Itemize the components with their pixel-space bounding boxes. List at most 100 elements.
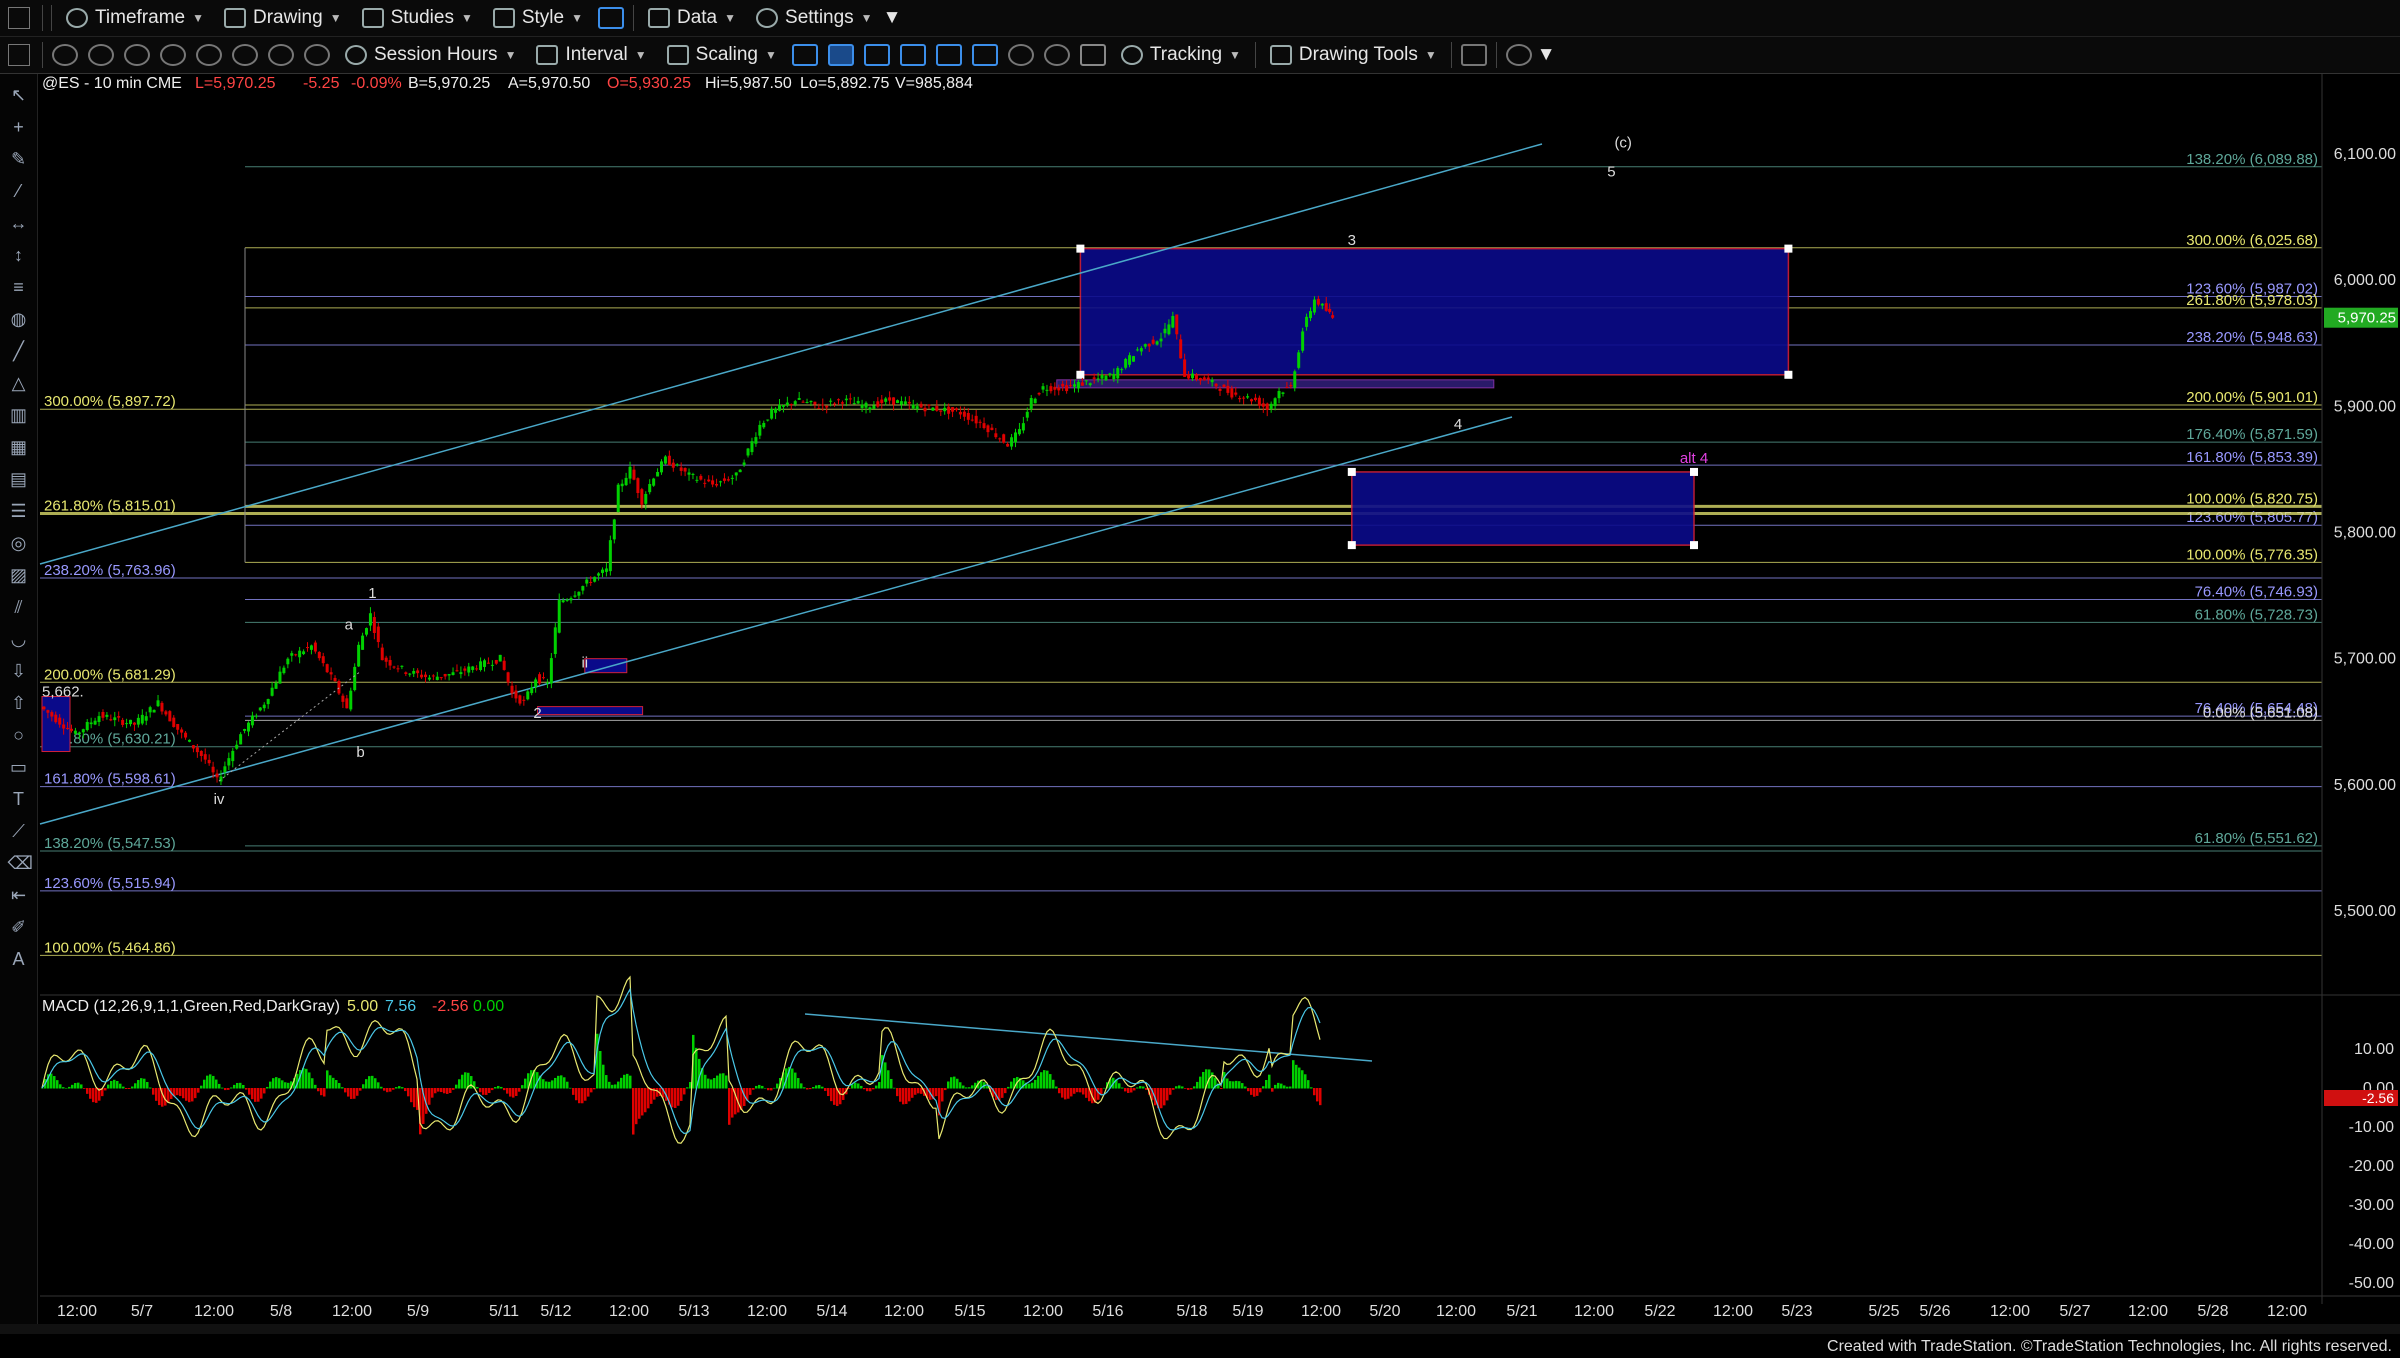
- line-style-icon[interactable]: [863, 44, 890, 66]
- settings-menu[interactable]: Settings ▼: [746, 3, 883, 33]
- macd-histogram-bar: [764, 1087, 767, 1089]
- channel-icon[interactable]: ⫽: [8, 596, 30, 618]
- macd-histogram-bar: [257, 1088, 260, 1102]
- scaling-menu[interactable]: Scaling ▼: [657, 40, 787, 70]
- candle-body: [990, 427, 994, 430]
- table-icon[interactable]: ▤: [8, 468, 30, 490]
- grid-icon[interactable]: ▦: [8, 436, 30, 458]
- line-icon[interactable]: ⟋: [8, 820, 30, 842]
- candle-body: [1021, 423, 1025, 431]
- session-hours-menu[interactable]: Session Hours ▼: [335, 40, 526, 70]
- change-label: -5.25: [303, 75, 340, 92]
- candle-body: [294, 654, 298, 656]
- macd-histogram-bar: [1250, 1088, 1253, 1095]
- horizontal-arrows-icon[interactable]: ↔: [8, 212, 30, 234]
- refresh-icon[interactable]: [52, 44, 78, 66]
- studies-icon: [361, 8, 384, 28]
- globe-icon[interactable]: ◍: [8, 308, 30, 330]
- macd-trend-line[interactable]: [804, 1013, 1373, 1062]
- macd-histogram-bar: [1295, 1064, 1298, 1089]
- chevron-down-icon[interactable]: ▼: [1537, 44, 1556, 66]
- link-windows-icon[interactable]: [597, 7, 624, 29]
- cycle-icon[interactable]: [124, 44, 150, 66]
- style-menu[interactable]: Style ▼: [483, 3, 593, 33]
- parallel-lines-icon[interactable]: ≡: [8, 276, 30, 298]
- grid-icon[interactable]: [1079, 44, 1106, 66]
- search-icon[interactable]: [160, 44, 186, 66]
- zoom-in-icon[interactable]: [1007, 44, 1034, 66]
- text-icon[interactable]: T: [8, 788, 30, 810]
- drawing-tools-menu[interactable]: Drawing Tools ▼: [1260, 40, 1447, 70]
- tracking-menu[interactable]: Tracking ▼: [1111, 40, 1251, 70]
- timeframe-menu[interactable]: Timeframe ▼: [56, 3, 214, 33]
- arc-icon[interactable]: ◡: [8, 628, 30, 650]
- align-icon[interactable]: [971, 44, 998, 66]
- channel-lower-line[interactable]: [39, 416, 1513, 825]
- candle-body: [644, 493, 648, 504]
- trendline-icon[interactable]: ╱: [8, 340, 30, 362]
- macd-histogram-bar: [1229, 1081, 1232, 1089]
- price-chart[interactable]: 138.20% (6,089.88) 300.00% (6,025.68) 123.…: [0, 74, 2400, 1324]
- lines-icon[interactable]: ☰: [8, 500, 30, 522]
- macd-histogram-bar: [326, 1070, 329, 1089]
- candle-body: [1096, 378, 1100, 380]
- candle-body: [848, 398, 852, 400]
- macd-histogram-bar: [344, 1088, 347, 1093]
- macd-histogram-bar: [92, 1088, 95, 1103]
- gann-icon[interactable]: ▨: [8, 564, 30, 586]
- analysis-icon[interactable]: [304, 44, 330, 66]
- vertical-arrows-icon[interactable]: ↕: [8, 244, 30, 266]
- sync-icon[interactable]: [232, 44, 258, 66]
- rectangle-icon[interactable]: ▭: [8, 756, 30, 778]
- macd-histogram-bar: [557, 1075, 560, 1089]
- brush-icon[interactable]: ⁄: [8, 180, 30, 202]
- drawing-menu[interactable]: Drawing ▼: [214, 3, 352, 33]
- eraser-icon[interactable]: ⌫: [8, 852, 33, 874]
- candle-body: [640, 489, 644, 505]
- macd-histogram-bar: [587, 1088, 590, 1097]
- network-icon[interactable]: [268, 44, 294, 66]
- arrow-down-icon[interactable]: ⇩: [8, 660, 30, 682]
- draw-icon[interactable]: ✐: [8, 916, 30, 938]
- candle-body: [1143, 344, 1147, 347]
- window-icon[interactable]: [8, 44, 30, 66]
- macd-histogram-bar: [773, 1087, 776, 1089]
- bar-style-icon[interactable]: [791, 44, 818, 66]
- triangle-icon[interactable]: △: [8, 372, 30, 394]
- chat-icon[interactable]: [1505, 44, 1532, 66]
- studies-menu[interactable]: Studies ▼: [352, 3, 483, 33]
- spiral-icon[interactable]: ◎: [8, 532, 30, 554]
- macd-histogram-bar: [437, 1088, 440, 1092]
- symbol-link-icon[interactable]: [196, 44, 222, 66]
- chevron-down-icon[interactable]: ▼: [883, 7, 902, 29]
- interval-menu[interactable]: Interval ▼: [526, 40, 656, 70]
- macd-histogram-bar: [50, 1073, 53, 1089]
- macd-histogram-bar: [620, 1077, 623, 1089]
- data-menu[interactable]: Data ▼: [638, 3, 746, 33]
- compress-icon[interactable]: [935, 44, 962, 66]
- cursor-icon[interactable]: ↖: [8, 84, 30, 106]
- candlestick-icon[interactable]: [827, 44, 854, 66]
- window-menu-icon[interactable]: [8, 7, 30, 29]
- export-icon[interactable]: [1460, 44, 1487, 66]
- macd-tick-label: 10.00: [2354, 1041, 2394, 1058]
- bars-icon[interactable]: ▥: [8, 404, 30, 426]
- candle-body: [384, 657, 388, 662]
- macd-histogram-bar: [143, 1078, 146, 1089]
- offset-icon[interactable]: ⇤: [8, 884, 30, 906]
- horizontal-scrollbar[interactable]: [0, 1324, 2400, 1334]
- macd-histogram-bar: [341, 1087, 344, 1089]
- time-tick-label: 12:00: [194, 1303, 234, 1320]
- ellipse-icon[interactable]: ○: [8, 724, 30, 746]
- text-box-icon[interactable]: A: [8, 948, 30, 970]
- zoom-out-icon[interactable]: [1043, 44, 1070, 66]
- reload-icon[interactable]: [88, 44, 114, 66]
- candle-body: [612, 519, 616, 540]
- candle-body: [943, 407, 947, 412]
- spread-icon[interactable]: [899, 44, 926, 66]
- pencil-icon[interactable]: ✎: [8, 148, 30, 170]
- crosshair-icon[interactable]: +: [8, 116, 30, 138]
- candle-body: [188, 739, 191, 742]
- arrow-up-icon[interactable]: ⇧: [8, 692, 30, 714]
- macd-histogram-bar: [245, 1088, 248, 1090]
